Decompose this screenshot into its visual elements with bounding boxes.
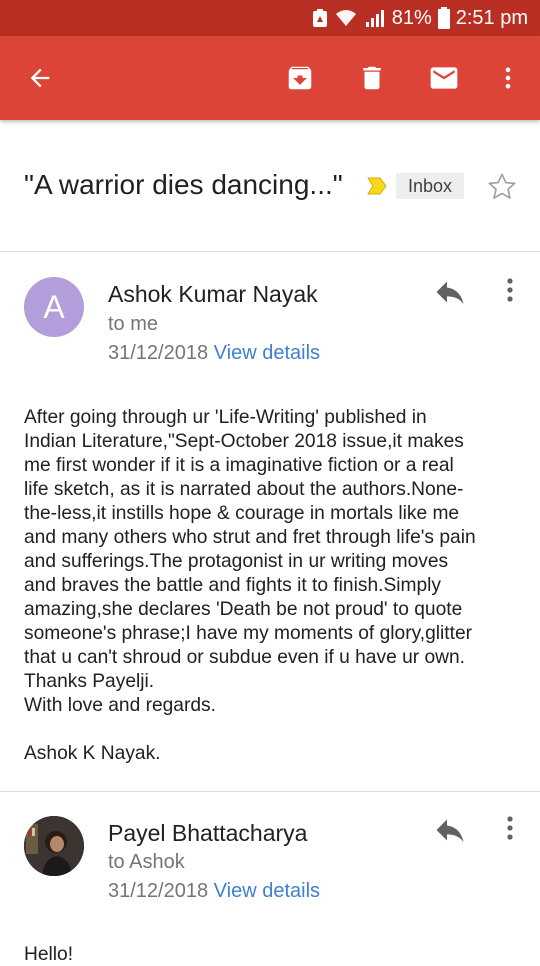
body-line: me first wonder if it is a imaginative f… xyxy=(24,455,454,476)
body-line: life sketch, as it is narrated about the… xyxy=(24,479,464,500)
message-more-icon[interactable] xyxy=(498,814,522,847)
mark-unread-button[interactable] xyxy=(420,54,468,102)
sender-name: Payel Bhattacharya xyxy=(108,820,308,846)
avatar: A xyxy=(24,277,84,337)
body-line: that u can't shroud or subdue even if u … xyxy=(24,647,465,668)
recipient: to Ashok xyxy=(108,851,185,873)
important-marker-icon[interactable] xyxy=(366,175,388,202)
back-button[interactable] xyxy=(16,54,64,102)
body-signature: Ashok K Nayak. xyxy=(24,743,161,764)
body-line: and many others who strut and fret throu… xyxy=(24,527,476,548)
subject-row: "A warrior dies dancing..." Inbox xyxy=(0,121,540,252)
reply-icon[interactable] xyxy=(430,274,470,315)
body-line: and sufferings.The protagonist in ur wri… xyxy=(24,551,449,572)
battery-percent: 81% xyxy=(391,6,432,29)
inbox-label-chip[interactable]: Inbox xyxy=(396,173,465,199)
body-line: someone's phrase;I have my moments of gl… xyxy=(24,623,473,644)
message-date: 31/12/2018 xyxy=(108,880,209,902)
back-arrow-icon xyxy=(30,68,50,88)
message-body-preview: Hello! xyxy=(24,944,74,965)
profile-photo-icon xyxy=(24,816,84,876)
message-date-line: 31/12/2018 View details xyxy=(108,880,320,903)
message-date-line: 31/12/2018 View details xyxy=(108,342,320,365)
recipient: to me xyxy=(108,313,159,335)
reply-icon[interactable] xyxy=(430,812,470,853)
more-vert-icon xyxy=(505,67,511,89)
status-bar: 81% 2:51 pm xyxy=(0,0,540,36)
app-bar xyxy=(0,36,540,120)
archive-icon xyxy=(288,66,312,90)
message-header[interactable]: Payel Bhattacharya to Ashok 31/12/2018 V… xyxy=(0,792,540,932)
body-line: and braves the battle and fights it to f… xyxy=(24,575,442,596)
message-date: 31/12/2018 xyxy=(108,342,209,364)
overflow-menu-button[interactable] xyxy=(484,54,532,102)
sender-name: Ashok Kumar Nayak xyxy=(108,281,318,307)
clock: 2:51 pm xyxy=(455,6,528,29)
delete-icon xyxy=(363,66,381,90)
wifi-icon xyxy=(334,8,358,28)
body-line: amazing,she declares 'Death be not proud… xyxy=(24,599,463,620)
body-line-blank xyxy=(24,718,520,742)
delete-button[interactable] xyxy=(348,54,396,102)
avatar xyxy=(24,816,84,876)
body-line: the-less,it instills hope & courage in m… xyxy=(24,503,460,524)
star-icon[interactable] xyxy=(486,171,518,208)
view-details-link[interactable]: View details xyxy=(214,880,320,902)
email-subject: "A warrior dies dancing..." xyxy=(24,169,343,200)
mail-icon xyxy=(430,67,458,89)
battery-icon xyxy=(437,7,450,29)
message-more-icon[interactable] xyxy=(498,276,522,309)
view-details-link[interactable]: View details xyxy=(214,342,320,364)
notification-icon xyxy=(312,8,328,28)
archive-button[interactable] xyxy=(276,54,324,102)
message-body: After going through ur 'Life-Writing' pu… xyxy=(24,406,520,766)
message-header[interactable]: A Ashok Kumar Nayak to me 31/12/2018 Vie… xyxy=(0,252,540,392)
body-line: Indian Literature,"Sept-October 2018 iss… xyxy=(24,431,464,452)
body-line: After going through ur 'Life-Writing' pu… xyxy=(24,407,427,428)
signal-icon xyxy=(364,8,386,28)
body-line: Thanks Payelji. xyxy=(24,671,155,692)
body-line: With love and regards. xyxy=(24,695,216,716)
